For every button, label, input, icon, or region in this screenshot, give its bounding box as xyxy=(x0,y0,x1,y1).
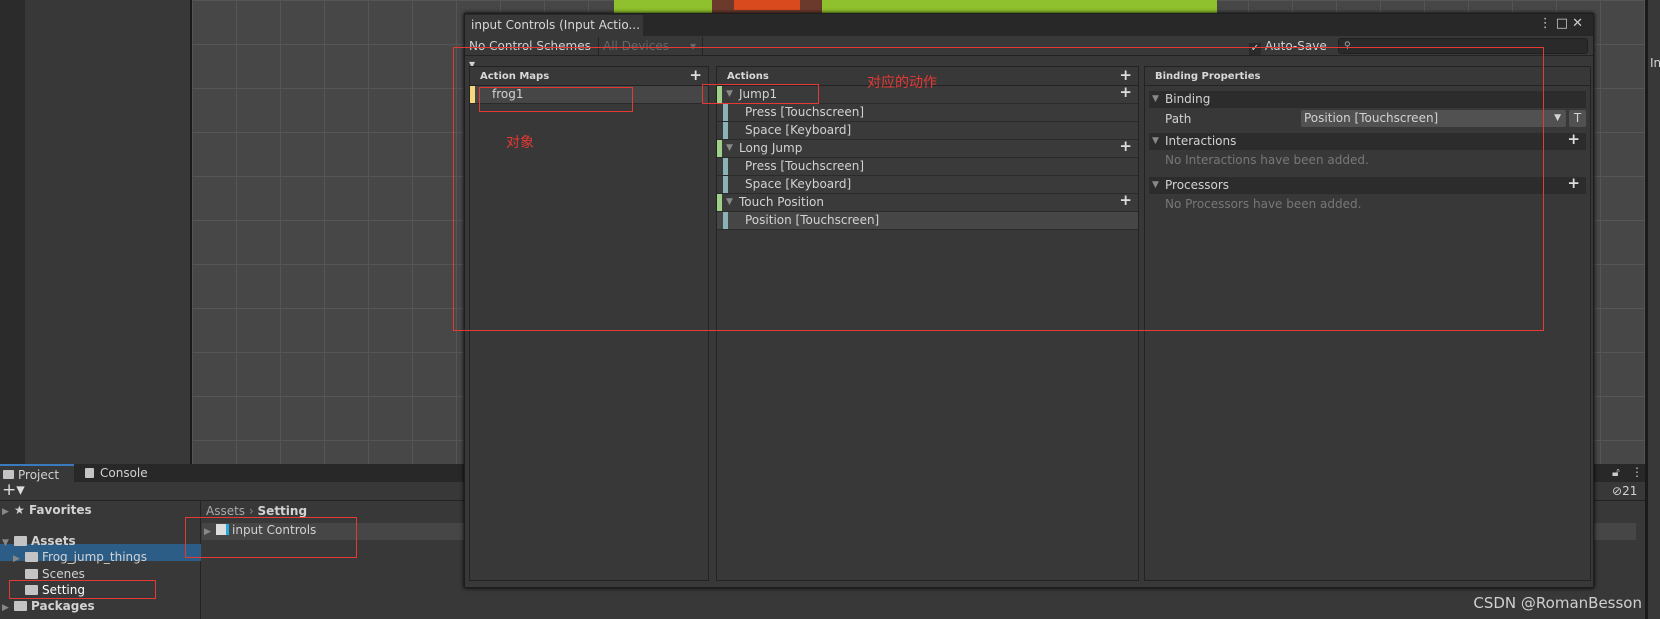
folder-icon xyxy=(25,569,38,579)
breadcrumb-item[interactable]: Assets xyxy=(206,504,245,518)
label: Packages xyxy=(31,599,95,613)
scene-frog-sprite xyxy=(712,0,822,13)
console-icon xyxy=(85,468,94,478)
label: Scenes xyxy=(42,567,85,581)
menu-icon[interactable]: ⋮ xyxy=(1539,16,1556,31)
annotation-box-asset xyxy=(185,517,357,558)
tree-item-packages[interactable]: ▶ Packages xyxy=(2,598,95,614)
inspector-label: In xyxy=(1650,56,1660,70)
close-icon[interactable]: ✕ xyxy=(1572,16,1587,31)
window-titlebar: input Controls (Input Actio... ⋮□✕ xyxy=(465,14,1593,36)
inspector-panel: In xyxy=(1645,0,1660,619)
add-processor-button[interactable]: + xyxy=(1567,175,1580,192)
left-strip xyxy=(0,0,25,464)
watermark: CSDN @RomanBesson xyxy=(1473,594,1642,612)
window-tab[interactable]: input Controls (Input Actio... xyxy=(465,15,643,36)
hierarchy-panel xyxy=(25,0,192,464)
annotation-box-action xyxy=(702,84,819,104)
label: Favorites xyxy=(28,503,92,517)
lock-icon[interactable]: 🔓︎ xyxy=(1612,465,1620,480)
maximize-icon[interactable]: □ xyxy=(1556,16,1572,31)
annotation-box-setting xyxy=(9,580,156,599)
tree-item-favorites[interactable]: ▶ ★ Favorites xyxy=(2,502,92,518)
annotation-object: 对象 xyxy=(506,135,534,151)
scene-ground xyxy=(614,0,1217,13)
hidden-packages-count[interactable]: ⊘21 xyxy=(1612,484,1637,498)
tree-item-folder[interactable]: ▶ Frog_jump_things xyxy=(13,549,147,565)
folder-icon xyxy=(3,470,14,479)
add-interaction-button[interactable]: + xyxy=(1567,131,1580,148)
count: 21 xyxy=(1622,484,1638,498)
breadcrumb-item[interactable]: Setting xyxy=(258,504,308,518)
text-mode-button[interactable]: T xyxy=(1569,110,1586,127)
more-icon[interactable]: ⋮ xyxy=(1631,465,1643,479)
tree-item-assets[interactable]: ▼ Assets xyxy=(2,533,76,549)
annotation-action: 对应的动作 xyxy=(867,75,937,91)
breadcrumb: Assets › Setting xyxy=(206,504,308,518)
folder-open-icon xyxy=(14,536,27,546)
label: Assets xyxy=(31,534,76,548)
folder-icon xyxy=(25,552,38,562)
tab-console[interactable]: Console xyxy=(82,464,148,482)
annotation-box-action-map xyxy=(479,87,633,112)
eye-hidden-icon: ⊘ xyxy=(1612,484,1623,498)
create-button[interactable]: +▾ xyxy=(2,480,25,500)
folder-icon xyxy=(14,601,27,611)
label: Frog_jump_things xyxy=(42,550,148,564)
tab-label: Console xyxy=(100,466,148,480)
